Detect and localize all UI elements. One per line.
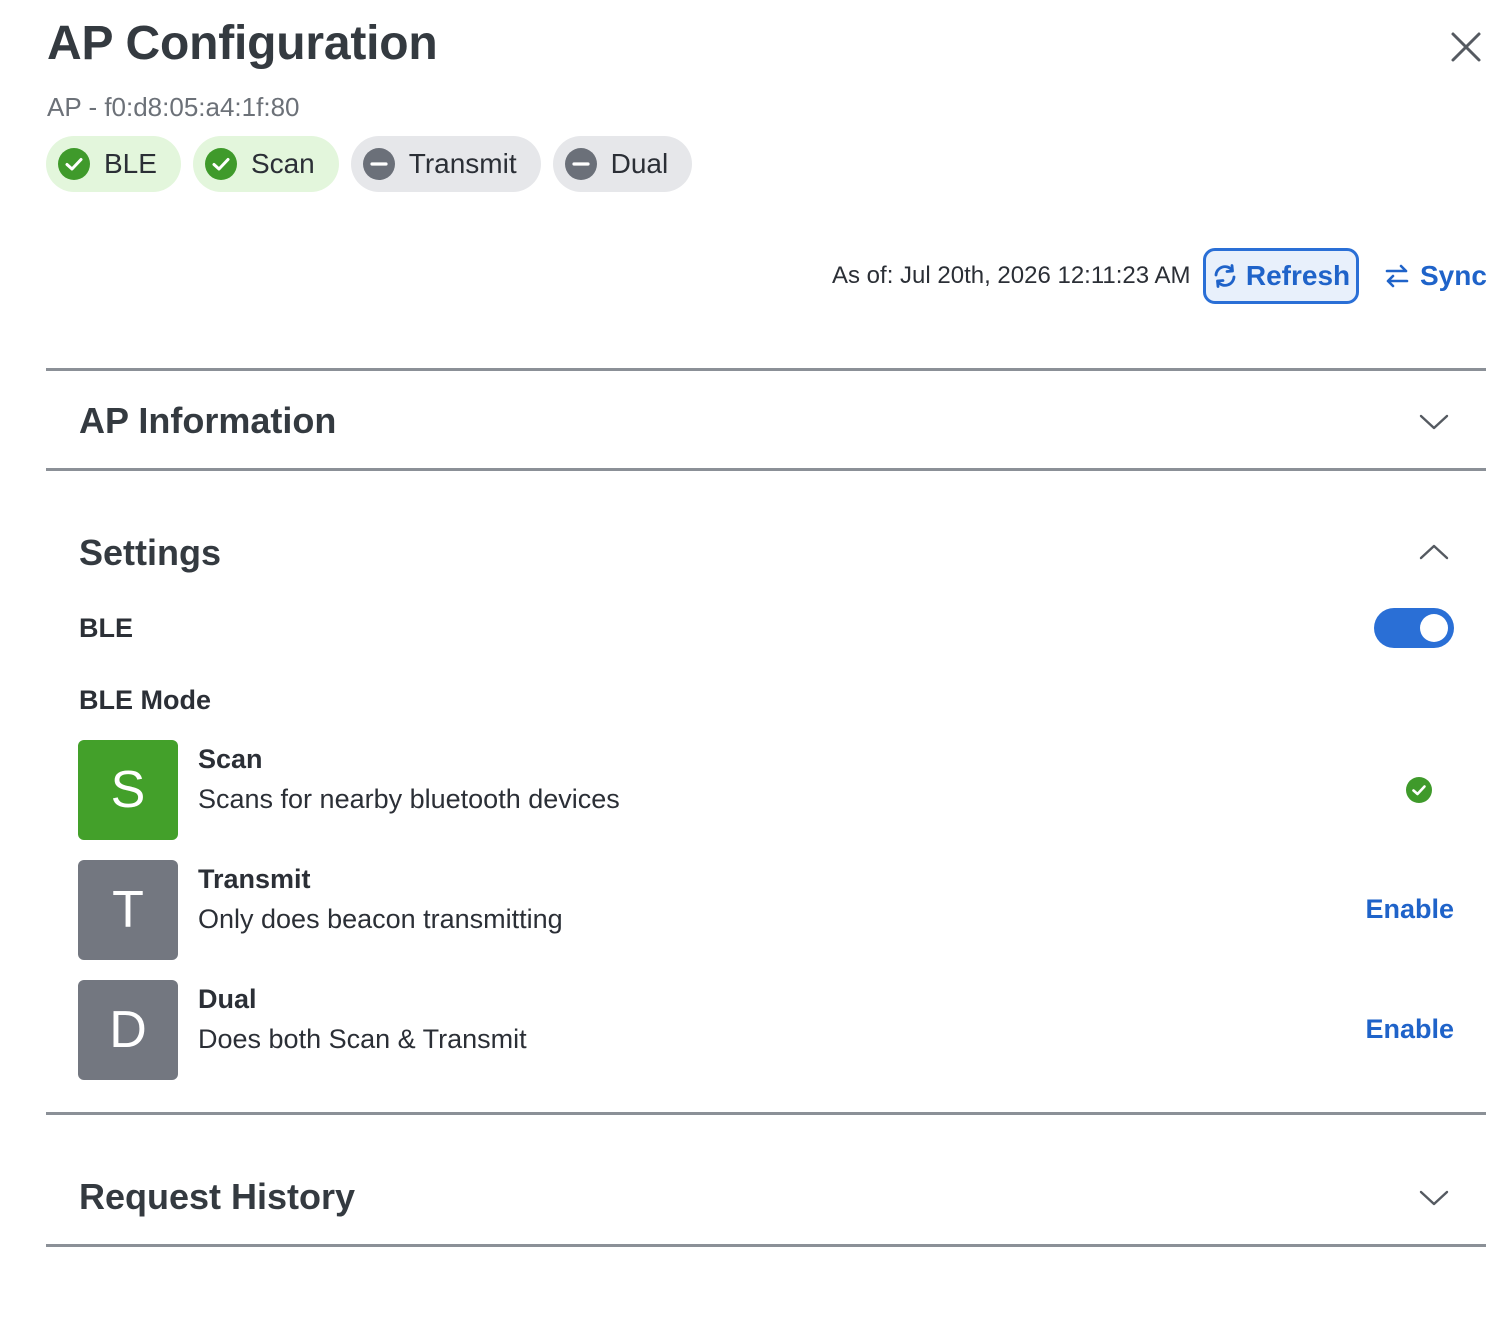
status-chip-ble: BLE xyxy=(46,136,181,192)
mode-avatar: S xyxy=(78,740,178,840)
ap-identifier: AP - f0:d8:05:a4:1f:80 xyxy=(47,92,300,122)
refresh-button[interactable]: Refresh xyxy=(1203,248,1359,304)
status-chip-label: Dual xyxy=(610,148,669,179)
check-circle-icon xyxy=(204,148,237,180)
sync-arrows-icon xyxy=(1385,264,1409,288)
mode-description: Scans for nearby bluetooth devices xyxy=(198,784,620,814)
ap-configuration-panel: AP Configuration AP - f0:d8:05:a4:1f:80 … xyxy=(0,0,1512,1330)
mode-description: Only does beacon transmitting xyxy=(198,904,563,934)
active-check-icon xyxy=(1406,777,1432,803)
ap-information-header[interactable]: AP Information xyxy=(46,372,1486,468)
ble-mode-transmit: T Transmit Only does beacon transmitting… xyxy=(78,860,1454,960)
request-history-header[interactable]: Request History xyxy=(46,1148,1486,1244)
settings-header[interactable]: Settings xyxy=(46,504,1486,600)
mode-name: Dual xyxy=(198,984,257,1014)
ble-mode-scan: S Scan Scans for nearby bluetooth device… xyxy=(78,740,1454,840)
mode-description: Does both Scan & Transmit xyxy=(198,1024,527,1054)
minus-circle-icon xyxy=(564,148,597,180)
mode-avatar: T xyxy=(78,860,178,960)
status-chip-dual: Dual xyxy=(552,136,693,192)
close-button[interactable] xyxy=(1446,27,1486,67)
chevron-down-icon xyxy=(1419,1190,1449,1206)
ble-mode-label: BLE Mode xyxy=(79,685,211,715)
section-title: Settings xyxy=(79,532,222,573)
status-chip-transmit: Transmit xyxy=(350,136,541,192)
enable-transmit-button[interactable]: Enable xyxy=(1365,894,1454,925)
section-divider xyxy=(46,1244,1486,1247)
sync-button-label: Sync xyxy=(1420,260,1487,291)
ble-toggle[interactable] xyxy=(1374,608,1454,648)
status-chip-label: Scan xyxy=(250,148,315,179)
sync-button[interactable]: Sync xyxy=(1384,258,1487,294)
chevron-down-icon xyxy=(1419,414,1449,430)
ble-mode-dual: D Dual Does both Scan & Transmit Enable xyxy=(78,980,1454,1080)
section-divider xyxy=(46,368,1486,371)
toggle-knob xyxy=(1420,614,1448,642)
section-title: Request History xyxy=(79,1176,356,1217)
refresh-button-label: Refresh xyxy=(1245,260,1351,291)
minus-circle-icon xyxy=(362,148,395,180)
page-title: AP Configuration xyxy=(47,17,438,70)
status-chips: BLE Scan Transmit Dual xyxy=(46,136,693,192)
ble-setting-label: BLE xyxy=(79,613,133,643)
section-divider xyxy=(46,468,1486,471)
section-title: AP Information xyxy=(79,400,337,441)
enable-dual-button[interactable]: Enable xyxy=(1365,1014,1454,1045)
check-circle-icon xyxy=(58,148,90,180)
section-divider xyxy=(46,1112,1486,1115)
mode-name: Scan xyxy=(198,744,263,774)
status-chip-label: Transmit xyxy=(408,148,517,179)
mode-name: Transmit xyxy=(198,864,311,894)
last-updated-timestamp: As of: Jul 20th, 2026 12:11:23 AM xyxy=(832,262,1191,289)
chevron-up-icon xyxy=(1419,544,1449,560)
close-icon xyxy=(1451,32,1481,62)
refresh-icon xyxy=(1214,264,1236,288)
status-chip-scan: Scan xyxy=(192,136,339,192)
mode-avatar: D xyxy=(78,980,178,1080)
status-chip-label: BLE xyxy=(104,148,157,179)
